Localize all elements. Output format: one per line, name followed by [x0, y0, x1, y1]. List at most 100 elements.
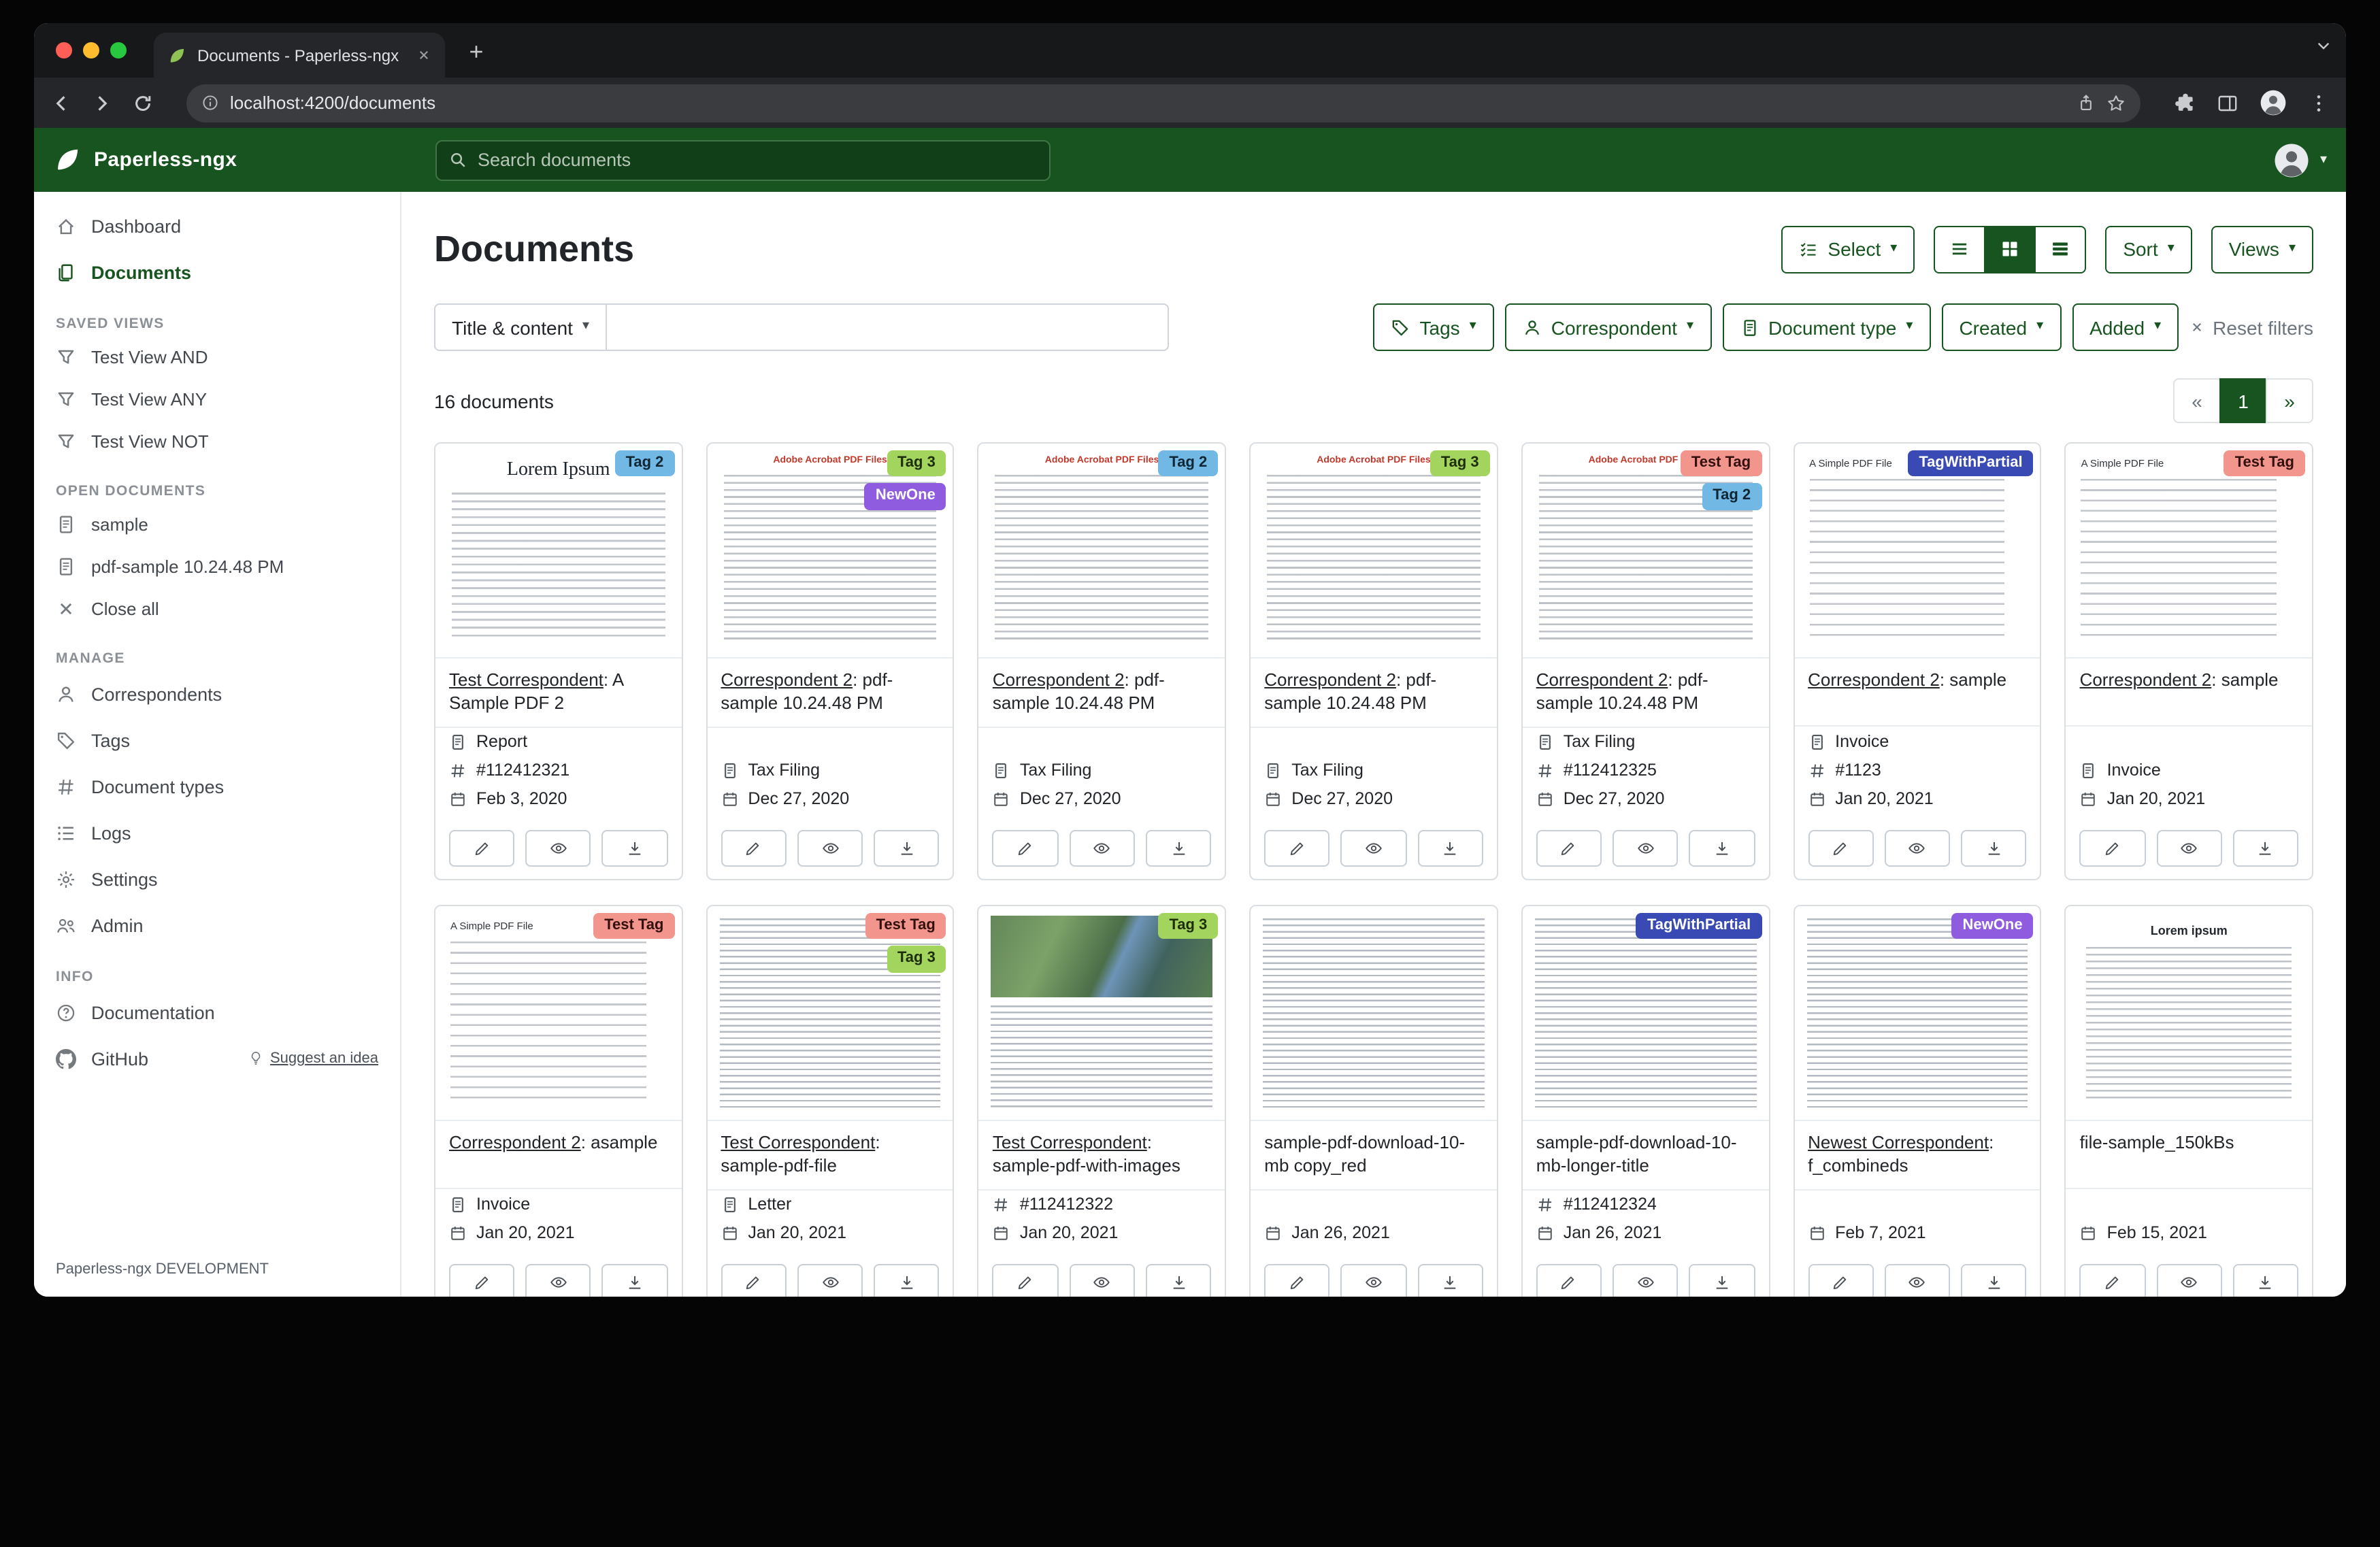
- view-button[interactable]: [1613, 830, 1678, 867]
- document-card[interactable]: A Simple PDF File TagWithPartial Corresp…: [1793, 442, 2041, 880]
- document-thumbnail[interactable]: Test TagTag 3: [707, 906, 953, 1121]
- view-button[interactable]: [525, 830, 591, 867]
- next-page-button[interactable]: »: [2266, 378, 2313, 423]
- document-card[interactable]: A Simple PDF File Test Tag Correspondent…: [2065, 442, 2313, 880]
- back-button[interactable]: [50, 92, 72, 114]
- document-thumbnail[interactable]: Adobe Acrobat PDF Files Test TagTag 2: [1523, 444, 1768, 659]
- site-info-icon[interactable]: [201, 94, 219, 112]
- document-thumbnail[interactable]: Adobe Acrobat PDF Files Tag 2: [979, 444, 1225, 659]
- close-window-button[interactable]: [56, 42, 72, 59]
- tag-badge[interactable]: NewOne: [865, 484, 946, 510]
- document-card[interactable]: sample-pdf-download-10-mb copy_red Jan 2…: [1249, 905, 1498, 1297]
- correspondent-link[interactable]: Newest Correspondent: [1808, 1132, 1989, 1152]
- document-thumbnail[interactable]: A Simple PDF File Test Tag: [2066, 444, 2312, 659]
- correspondent-link[interactable]: Test Correspondent: [721, 1132, 875, 1152]
- browser-menu-icon[interactable]: [2308, 92, 2330, 114]
- download-button[interactable]: [602, 1263, 667, 1297]
- global-search[interactable]: [435, 139, 1051, 180]
- document-type-filter-button[interactable]: Document type: [1722, 303, 1930, 351]
- tab-close-icon[interactable]: [416, 48, 431, 63]
- sidebar-item-saved-view-not[interactable]: Test View NOT: [34, 420, 400, 463]
- share-icon[interactable]: [2077, 93, 2096, 112]
- select-button[interactable]: Select: [1781, 225, 1915, 273]
- edit-button[interactable]: [721, 830, 786, 867]
- edit-button[interactable]: [1536, 1263, 1602, 1297]
- document-thumbnail[interactable]: Adobe Acrobat PDF Files Tag 3NewOne: [707, 444, 953, 659]
- view-button[interactable]: [1885, 830, 1950, 867]
- edit-button[interactable]: [1808, 830, 1873, 867]
- bookmark-star-icon[interactable]: [2106, 93, 2126, 112]
- download-button[interactable]: [602, 830, 667, 867]
- sidebar-item-documentation[interactable]: Documentation: [34, 989, 400, 1035]
- document-thumbnail[interactable]: TagWithPartial: [1523, 906, 1768, 1121]
- tag-badge[interactable]: Tag 3: [1158, 913, 1218, 939]
- download-button[interactable]: [874, 1263, 939, 1297]
- document-thumbnail[interactable]: A Simple PDF File TagWithPartial: [1794, 444, 2040, 659]
- document-card[interactable]: Adobe Acrobat PDF Files Test TagTag 2 Co…: [1521, 442, 1770, 880]
- view-button[interactable]: [1341, 830, 1406, 867]
- document-card[interactable]: TagWithPartial sample-pdf-download-10-mb…: [1521, 905, 1770, 1297]
- correspondent-link[interactable]: Correspondent 2: [993, 669, 1125, 690]
- split-view-icon[interactable]: [2217, 92, 2238, 114]
- correspondent-link[interactable]: Test Correspondent: [449, 669, 604, 690]
- document-thumbnail[interactable]: Tag 3: [979, 906, 1225, 1121]
- document-thumbnail[interactable]: NewOne: [1794, 906, 2040, 1121]
- browser-profile-icon[interactable]: [2259, 88, 2287, 117]
- sidebar-item-settings[interactable]: Settings: [34, 856, 400, 902]
- correspondent-link[interactable]: Correspondent 2: [449, 1132, 581, 1152]
- forward-button[interactable]: [91, 92, 113, 114]
- sort-button[interactable]: Sort: [2105, 225, 2192, 273]
- view-button[interactable]: [1069, 1263, 1134, 1297]
- edit-button[interactable]: [2080, 830, 2145, 867]
- document-card[interactable]: Tag 3 Test Correspondent: sample-pdf-wit…: [978, 905, 1226, 1297]
- minimize-window-button[interactable]: [83, 42, 99, 59]
- view-button[interactable]: [1613, 1263, 1678, 1297]
- document-thumbnail[interactable]: Lorem Ipsum Tag 2: [435, 444, 681, 659]
- view-button[interactable]: [797, 1263, 863, 1297]
- sidebar-item-tags[interactable]: Tags: [34, 717, 400, 763]
- correspondent-filter-button[interactable]: Correspondent: [1505, 303, 1711, 351]
- correspondent-link[interactable]: Correspondent 2: [1808, 669, 1940, 690]
- sidebar-item-documents[interactable]: Documents: [34, 249, 400, 295]
- document-card[interactable]: Lorem Ipsum Tag 2 Test Correspondent: A …: [434, 442, 682, 880]
- address-bar[interactable]: localhost:4200/documents: [186, 84, 2141, 122]
- filter-text-input[interactable]: [607, 303, 1169, 351]
- sidebar-item-close-all[interactable]: Close all: [34, 588, 400, 630]
- download-button[interactable]: [2233, 830, 2298, 867]
- document-card[interactable]: Test TagTag 3 Test Correspondent: sample…: [706, 905, 954, 1297]
- sidebar-item-dashboard[interactable]: Dashboard: [34, 203, 400, 249]
- sidebar-item-document-types[interactable]: Document types: [34, 763, 400, 810]
- tag-badge[interactable]: Test Tag: [1681, 450, 1762, 477]
- detail-view-button[interactable]: [2034, 225, 2086, 273]
- suggest-idea-link[interactable]: Suggest an idea: [248, 1050, 378, 1067]
- edit-button[interactable]: [1808, 1263, 1873, 1297]
- views-button[interactable]: Views: [2211, 225, 2313, 273]
- edit-button[interactable]: [721, 1263, 786, 1297]
- view-button[interactable]: [525, 1263, 591, 1297]
- extensions-icon[interactable]: [2175, 92, 2196, 114]
- sidebar-item-correspondents[interactable]: Correspondents: [34, 671, 400, 717]
- download-button[interactable]: [1417, 830, 1483, 867]
- sidebar-item-open-doc-sample[interactable]: sample: [34, 503, 400, 546]
- view-button[interactable]: [1341, 1263, 1406, 1297]
- added-filter-button[interactable]: Added: [2072, 303, 2179, 351]
- document-card[interactable]: Adobe Acrobat PDF Files Tag 2 Correspond…: [978, 442, 1226, 880]
- app-brand[interactable]: Paperless-ngx: [53, 146, 435, 174]
- tags-filter-button[interactable]: Tags: [1374, 303, 1494, 351]
- download-button[interactable]: [1146, 830, 1211, 867]
- reload-button[interactable]: [132, 92, 154, 114]
- sidebar-item-admin[interactable]: Admin: [34, 902, 400, 948]
- tag-badge[interactable]: Tag 2: [1702, 484, 1762, 510]
- filter-field-selector[interactable]: Title & content: [434, 303, 607, 351]
- view-button[interactable]: [1885, 1263, 1950, 1297]
- edit-button[interactable]: [2080, 1263, 2145, 1297]
- download-button[interactable]: [1689, 830, 1755, 867]
- download-button[interactable]: [1961, 830, 2026, 867]
- download-button[interactable]: [1146, 1263, 1211, 1297]
- download-button[interactable]: [874, 830, 939, 867]
- edit-button[interactable]: [449, 1263, 514, 1297]
- view-button[interactable]: [1069, 830, 1134, 867]
- tag-badge[interactable]: Test Tag: [865, 913, 946, 939]
- sidebar-item-open-doc-pdf-sample[interactable]: pdf-sample 10.24.48 PM: [34, 546, 400, 588]
- edit-button[interactable]: [449, 830, 514, 867]
